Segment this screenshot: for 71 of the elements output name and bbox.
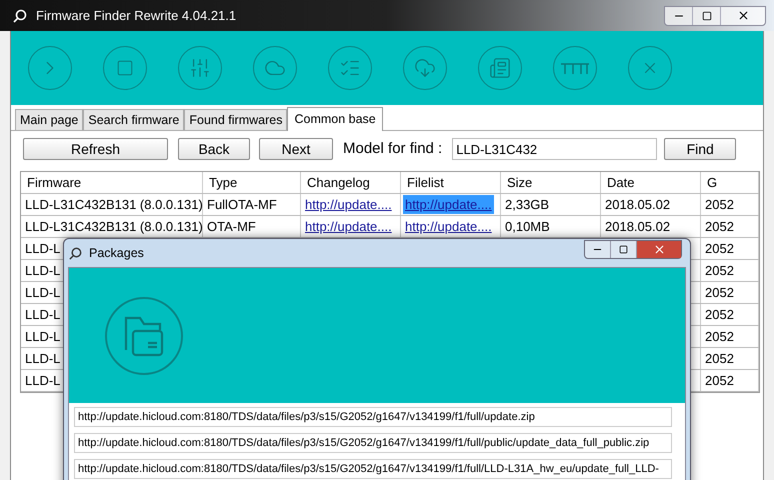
newspaper-icon — [489, 57, 511, 79]
tab[interactable]: Search firmware — [83, 109, 184, 130]
toolbar-button[interactable] — [28, 46, 72, 90]
link-cell[interactable]: http://update.... — [303, 216, 394, 236]
table-cell-text: 2052 — [704, 218, 735, 236]
square-icon — [116, 59, 134, 77]
maximize-icon — [619, 244, 628, 254]
table-cell-text: OTA-MF — [206, 218, 257, 236]
maximize-icon — [702, 10, 712, 20]
sliders-icon — [189, 57, 211, 79]
refresh-button[interactable]: Refresh — [23, 138, 168, 160]
url-field[interactable]: http://update.hicloud.com:8180/TDS/data/files/p3/s15/G2052/g1647/v134199/f1/full/update.zip — [74, 407, 672, 427]
table-cell-text: 2052 — [704, 306, 735, 324]
column-header[interactable]: Firmware — [21, 172, 203, 193]
table-cell-text: 2052 — [704, 240, 735, 258]
tab[interactable]: Main page — [15, 109, 84, 130]
toolbar-button[interactable] — [553, 46, 597, 90]
app-icon — [12, 8, 28, 24]
toolbar-button[interactable] — [628, 46, 672, 90]
table-cell-text: LLD-L31C432B131 (8.0.0.131) — [24, 218, 204, 236]
table-cell-text: 2052 — [704, 196, 735, 214]
column-header[interactable]: Size — [501, 172, 601, 193]
model-input-field[interactable]: LLD-L31C432 — [452, 138, 658, 160]
folder-icon — [105, 296, 183, 374]
url-field[interactable]: http://update.hicloud.com:8180/TDS/data/files/p3/s15/G2052/g1647/v134199/f1/full/LLD-L31A_hw_eu/update_full_LLD- — [74, 459, 672, 479]
toolbar-button[interactable] — [103, 46, 147, 90]
toolbar-button[interactable] — [478, 46, 522, 90]
table-cell-text: LLD-L — [24, 240, 62, 258]
column-header[interactable]: Date — [601, 172, 701, 193]
next-button[interactable]: Next — [259, 138, 333, 160]
app-icon — [68, 246, 83, 260]
tab[interactable]: Common base — [287, 107, 383, 131]
link-cell[interactable]: http://update.... — [403, 194, 494, 214]
close-icon — [652, 242, 666, 256]
back-button[interactable]: Back — [178, 138, 250, 160]
rail-icon — [560, 61, 590, 75]
column-header[interactable]: Filelist — [401, 172, 501, 193]
table-cell-text: 2018.05.02 — [604, 218, 672, 236]
window-title: Firmware Finder Rewrite 4.04.21.1 — [36, 6, 236, 25]
url-field[interactable]: http://update.hicloud.com:8180/TDS/data/files/p3/s15/G2052/g1647/v134199/f1/full/public/update_data_full_public.zip — [74, 433, 672, 453]
find-button[interactable]: Find — [664, 138, 736, 160]
table-cell-text: FullOTA-MF — [206, 196, 278, 214]
column-header[interactable]: G — [701, 172, 759, 193]
dialog-title: Packages — [89, 244, 144, 262]
toolbar-button[interactable] — [328, 46, 372, 90]
table-cell-text: LLD-L — [24, 306, 62, 324]
table-cell-text: LLD-L — [24, 328, 62, 346]
cloud-download-icon — [414, 57, 436, 79]
link-cell[interactable]: http://update.... — [403, 216, 494, 236]
toolbar-button[interactable] — [178, 46, 222, 90]
table-cell-text: 2052 — [704, 350, 735, 368]
table-cell-text: LLD-L31C432B131 (8.0.0.131) — [24, 196, 204, 214]
model-label: Model for find : — [343, 138, 442, 159]
table-cell-text: LLD-L — [24, 350, 62, 368]
table-cell-text: 2018.05.02 — [604, 196, 672, 214]
link-cell[interactable]: http://update.... — [303, 194, 394, 214]
table-cell-text: 2,33GB — [504, 196, 550, 214]
table-cell-text: LLD-L — [24, 284, 62, 302]
table-cell-text: 2052 — [704, 284, 735, 302]
table-cell-text: LLD-L — [24, 262, 62, 280]
column-header[interactable]: Type — [203, 172, 301, 193]
table-cell-text: 0,10MB — [504, 218, 551, 236]
table-cell-text: 2052 — [704, 262, 735, 280]
tab[interactable]: Found firmwares — [184, 109, 288, 130]
table-cell-text: 2052 — [704, 372, 735, 390]
table-cell-text: LLD-L — [24, 372, 62, 390]
toolbar-button[interactable] — [253, 46, 297, 90]
toolbar-button[interactable] — [403, 46, 447, 90]
close-icon — [736, 9, 750, 22]
table-cell-text: 2052 — [704, 328, 735, 346]
column-header[interactable]: Changelog — [301, 172, 401, 193]
